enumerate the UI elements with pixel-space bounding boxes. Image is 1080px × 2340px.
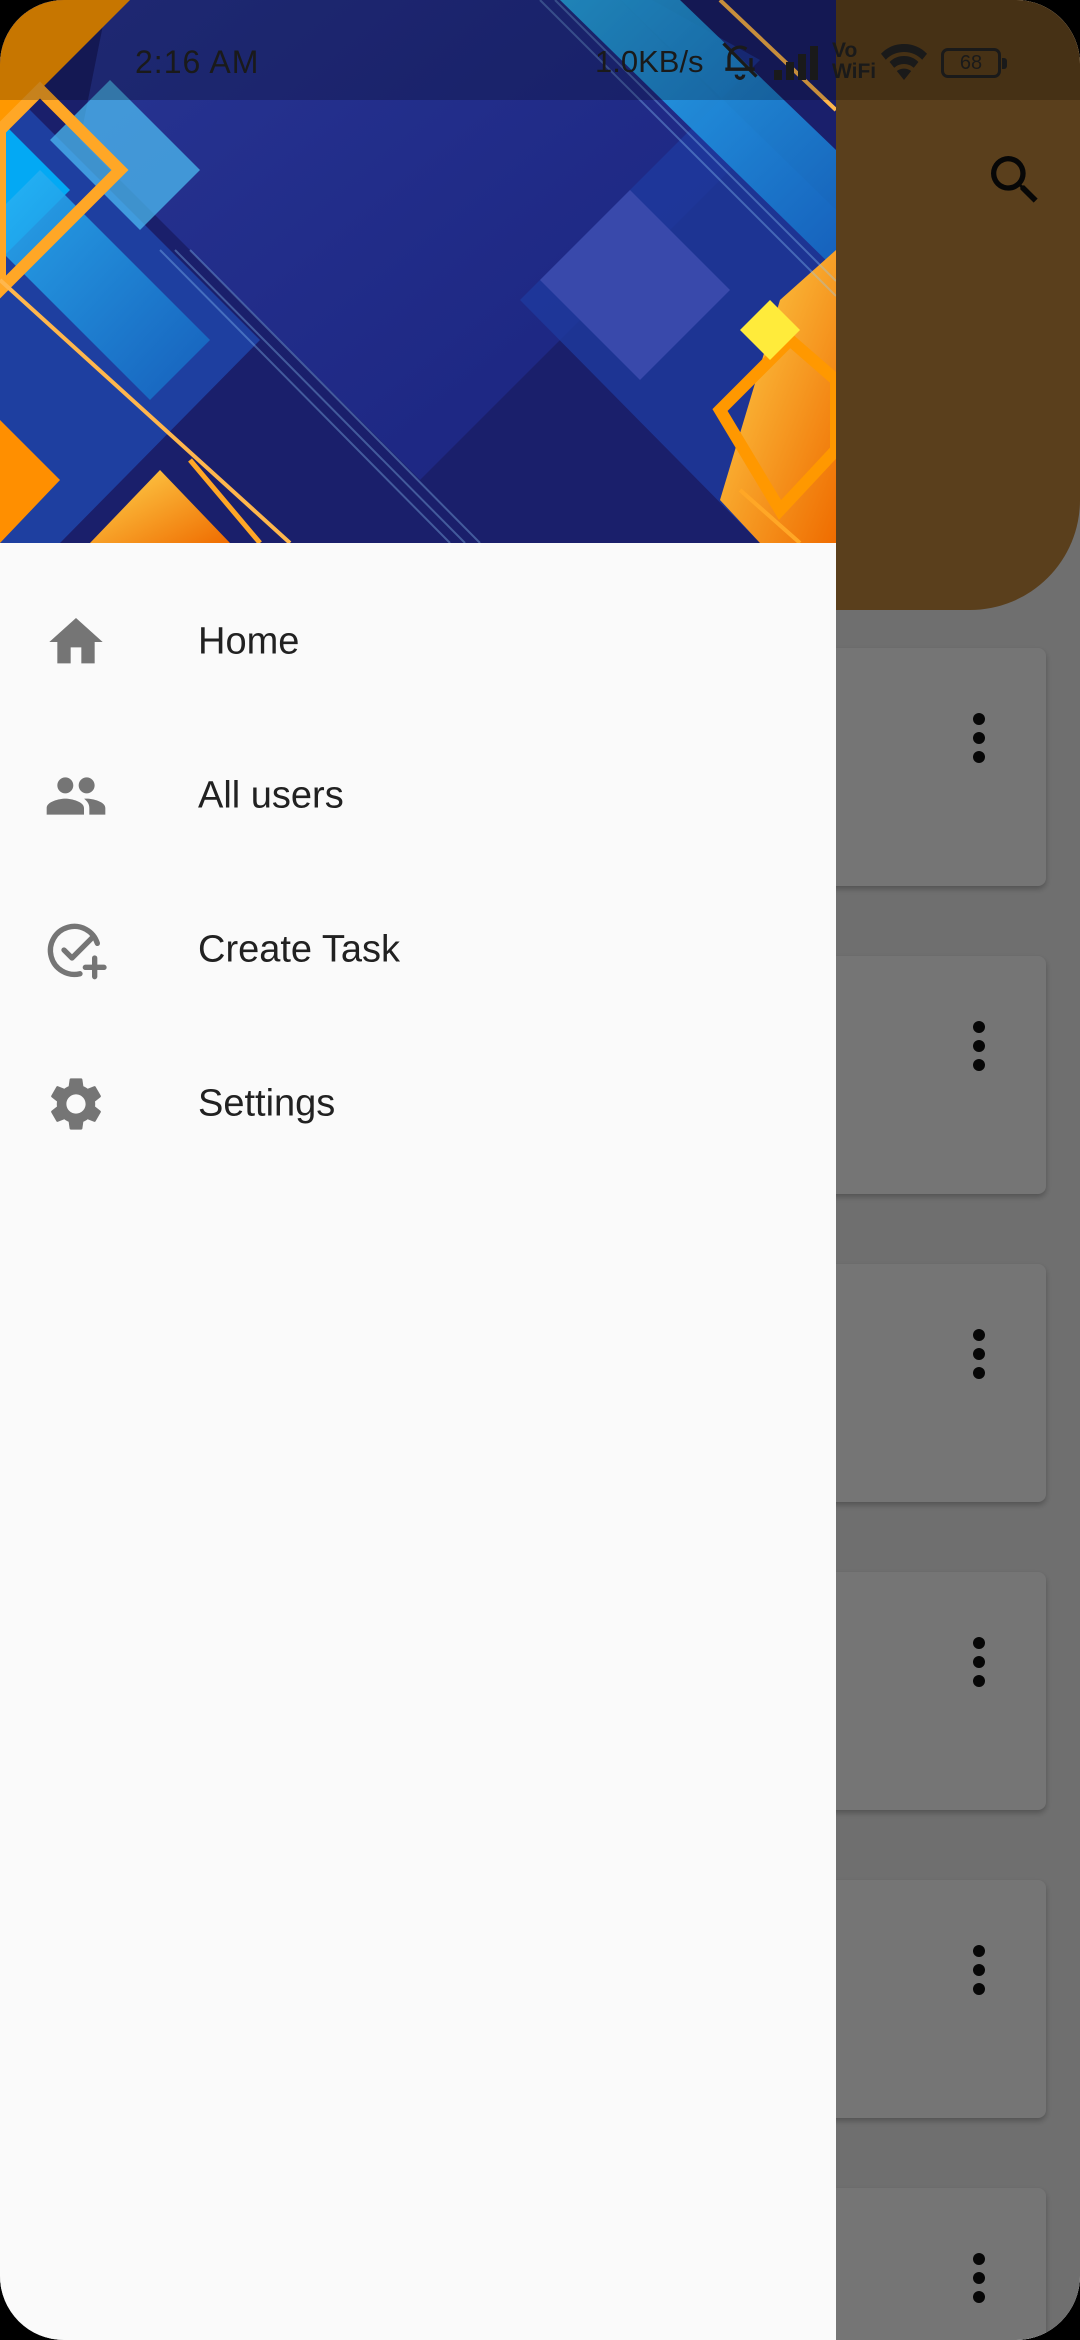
status-bar: 2:16 AM 1.0KB/s Vo WiFi 68 — [0, 0, 1080, 100]
battery-indicator: 68 — [941, 48, 1007, 78]
drawer-item-settings[interactable]: Settings — [0, 1027, 836, 1181]
navigation-drawer: Home All users Create Task Settings — [0, 0, 836, 2340]
drawer-item-label: Create Task — [198, 928, 401, 971]
network-speed: 1.0KB/s — [595, 44, 704, 79]
signal-icon — [774, 46, 818, 80]
wifi-icon — [881, 44, 927, 80]
status-time: 2:16 AM — [135, 44, 260, 80]
drawer-item-label: Settings — [198, 1082, 336, 1125]
vowifi-indicator: Vo WiFi — [832, 40, 876, 82]
vowifi-line1: Vo — [832, 39, 858, 62]
vowifi-line2: WiFi — [832, 60, 877, 83]
drawer-item-all-users[interactable]: All users — [0, 719, 836, 873]
home-icon — [44, 610, 108, 674]
people-icon — [44, 764, 108, 828]
gear-icon — [44, 1072, 108, 1136]
drawer-item-create-task[interactable]: Create Task — [0, 873, 836, 1027]
bell-off-icon — [722, 42, 758, 80]
drawer-item-label: Home — [198, 620, 300, 663]
task-add-icon — [44, 918, 108, 982]
phone-screen: Home All users Create Task Settings 2:16… — [0, 0, 1080, 2340]
drawer-item-home[interactable]: Home — [0, 565, 836, 719]
drawer-item-label: All users — [198, 774, 344, 817]
